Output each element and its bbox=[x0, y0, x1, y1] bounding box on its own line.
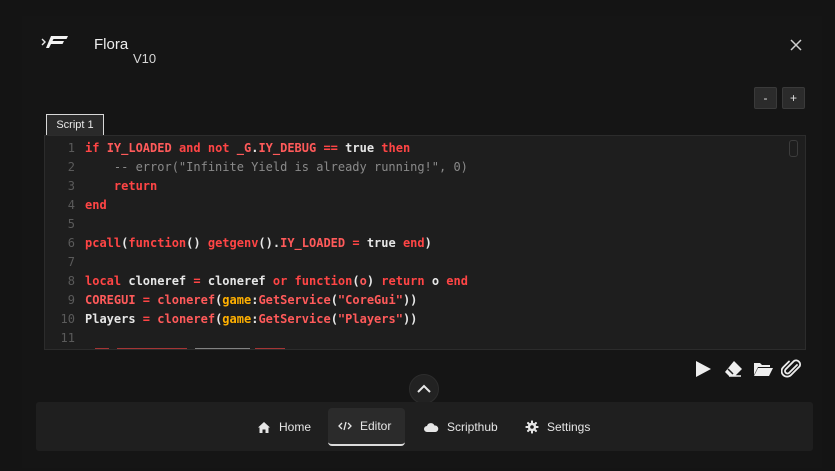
code-token: = bbox=[345, 236, 367, 250]
code-token: = bbox=[135, 293, 158, 307]
code-token: -- error("Infinite Yield is already runn… bbox=[85, 160, 468, 174]
code-token: cloneref bbox=[128, 274, 187, 288]
clipped-code-line bbox=[95, 348, 285, 349]
gear-icon bbox=[525, 420, 539, 434]
nav-scripthub[interactable]: Scripthub bbox=[413, 408, 508, 446]
code-line: 7 bbox=[45, 253, 85, 272]
code-token: game bbox=[222, 312, 252, 326]
code-token: if bbox=[85, 141, 107, 155]
code-token: IY_LOADED bbox=[106, 141, 172, 155]
code-token: and not bbox=[171, 141, 237, 155]
code-token: )) bbox=[402, 293, 418, 307]
line-number: 4 bbox=[67, 198, 75, 212]
tab-script-1[interactable]: Script 1 bbox=[46, 114, 104, 135]
zoom-out-button[interactable]: - bbox=[754, 87, 777, 109]
code-token: ( bbox=[330, 312, 338, 326]
code-token: () bbox=[186, 236, 208, 250]
code-token: end bbox=[85, 198, 107, 212]
code-token: GetService bbox=[258, 312, 331, 326]
nav-settings[interactable]: Settings bbox=[515, 408, 600, 446]
code-line: 8 local cloneref = cloneref or function(o… bbox=[45, 272, 468, 291]
collapse-toggle-button[interactable] bbox=[409, 374, 439, 404]
code-token: return bbox=[381, 274, 432, 288]
code-token: ( bbox=[330, 293, 338, 307]
chevron-up-icon bbox=[417, 384, 431, 393]
code-token: = bbox=[135, 312, 158, 326]
code-token: ) bbox=[424, 236, 432, 250]
code-token: cloneref bbox=[157, 293, 216, 307]
line-number: 7 bbox=[67, 255, 75, 269]
code-line: 10 Players = cloneref(game:GetService("Pl… bbox=[45, 310, 418, 329]
code-token: "Players" bbox=[337, 312, 403, 326]
code-token: = bbox=[186, 274, 208, 288]
code-token: )) bbox=[402, 312, 418, 326]
code-token: (). bbox=[258, 236, 281, 250]
nav-home-label: Home bbox=[279, 420, 312, 434]
code-line: 11 bbox=[45, 329, 85, 348]
line-number: 8 bbox=[67, 274, 75, 288]
editor-scrollbar[interactable] bbox=[789, 140, 798, 157]
run-icon[interactable] bbox=[692, 359, 714, 379]
code-line: 5 bbox=[45, 215, 85, 234]
code-token: o bbox=[359, 274, 367, 288]
code-token: cloneref bbox=[157, 312, 216, 326]
line-number: 3 bbox=[67, 179, 75, 193]
code-token: == bbox=[316, 141, 346, 155]
bottom-navbar: Home Editor Scripthub Settings bbox=[36, 402, 813, 451]
code-token: true bbox=[345, 141, 375, 155]
code-token: COREGUI bbox=[85, 293, 136, 307]
code-token: pcall bbox=[85, 236, 122, 250]
line-number: 2 bbox=[67, 160, 75, 174]
nav-scripthub-label: Scripthub bbox=[447, 420, 498, 434]
line-number: 11 bbox=[60, 331, 75, 345]
zoom-in-button[interactable]: + bbox=[782, 87, 805, 109]
code-line: 4 end bbox=[45, 196, 107, 215]
nav-editor[interactable]: Editor bbox=[328, 408, 405, 446]
code-token: ( bbox=[352, 274, 360, 288]
code-token: end bbox=[439, 274, 468, 288]
nav-home[interactable]: Home bbox=[247, 408, 321, 446]
code-token: then bbox=[374, 141, 411, 155]
code-token: return bbox=[85, 179, 158, 193]
code-token: "CoreGui" bbox=[337, 293, 403, 307]
eraser-icon[interactable] bbox=[722, 359, 744, 379]
paperclip-icon[interactable] bbox=[781, 359, 803, 379]
code-token: o bbox=[431, 274, 440, 288]
code-token: local bbox=[85, 274, 129, 288]
code-editor[interactable]: 1 if IY_LOADED and not _G.IY_DEBUG == tru… bbox=[44, 135, 806, 350]
code-line: 9 COREGUI = cloneref(game:GetService("Cor… bbox=[45, 291, 418, 310]
line-number: 10 bbox=[60, 312, 75, 326]
line-number: 5 bbox=[67, 217, 75, 231]
home-icon bbox=[258, 421, 270, 433]
nav-settings-label: Settings bbox=[547, 420, 591, 434]
code-token: Players bbox=[85, 312, 136, 326]
code-token: _G bbox=[236, 141, 252, 155]
line-number: 9 bbox=[67, 293, 75, 307]
app-version: V10 bbox=[133, 51, 157, 66]
code-token: game bbox=[222, 293, 252, 307]
code-token: getgenv bbox=[207, 236, 259, 250]
code-line: 1 if IY_LOADED and not _G.IY_DEBUG == tru… bbox=[45, 139, 410, 158]
code-token: cloneref bbox=[207, 274, 266, 288]
code-token: IY_LOADED bbox=[280, 236, 346, 250]
code-token: function bbox=[128, 236, 187, 250]
code-token: or function bbox=[265, 274, 353, 288]
code-token: ) bbox=[366, 274, 382, 288]
code-icon bbox=[338, 421, 352, 431]
code-token: end bbox=[395, 236, 425, 250]
code-line: 3 return bbox=[45, 177, 157, 196]
app-title: Flora bbox=[94, 36, 129, 53]
code-line: 2 -- error("Infinite Yield is already ru… bbox=[45, 158, 468, 177]
line-number: 6 bbox=[67, 236, 75, 250]
line-number: 1 bbox=[67, 141, 75, 155]
code-token: IY_DEBUG bbox=[258, 141, 317, 155]
cloud-icon bbox=[424, 422, 439, 432]
code-line: 6 pcall(function() getgenv().IY_LOADED = … bbox=[45, 234, 432, 253]
folder-open-icon[interactable] bbox=[752, 359, 774, 379]
close-icon[interactable] bbox=[787, 36, 805, 54]
nav-editor-label: Editor bbox=[360, 419, 392, 433]
code-token: GetService bbox=[258, 293, 331, 307]
flora-logo-icon bbox=[41, 36, 68, 48]
code-token: true bbox=[366, 236, 396, 250]
